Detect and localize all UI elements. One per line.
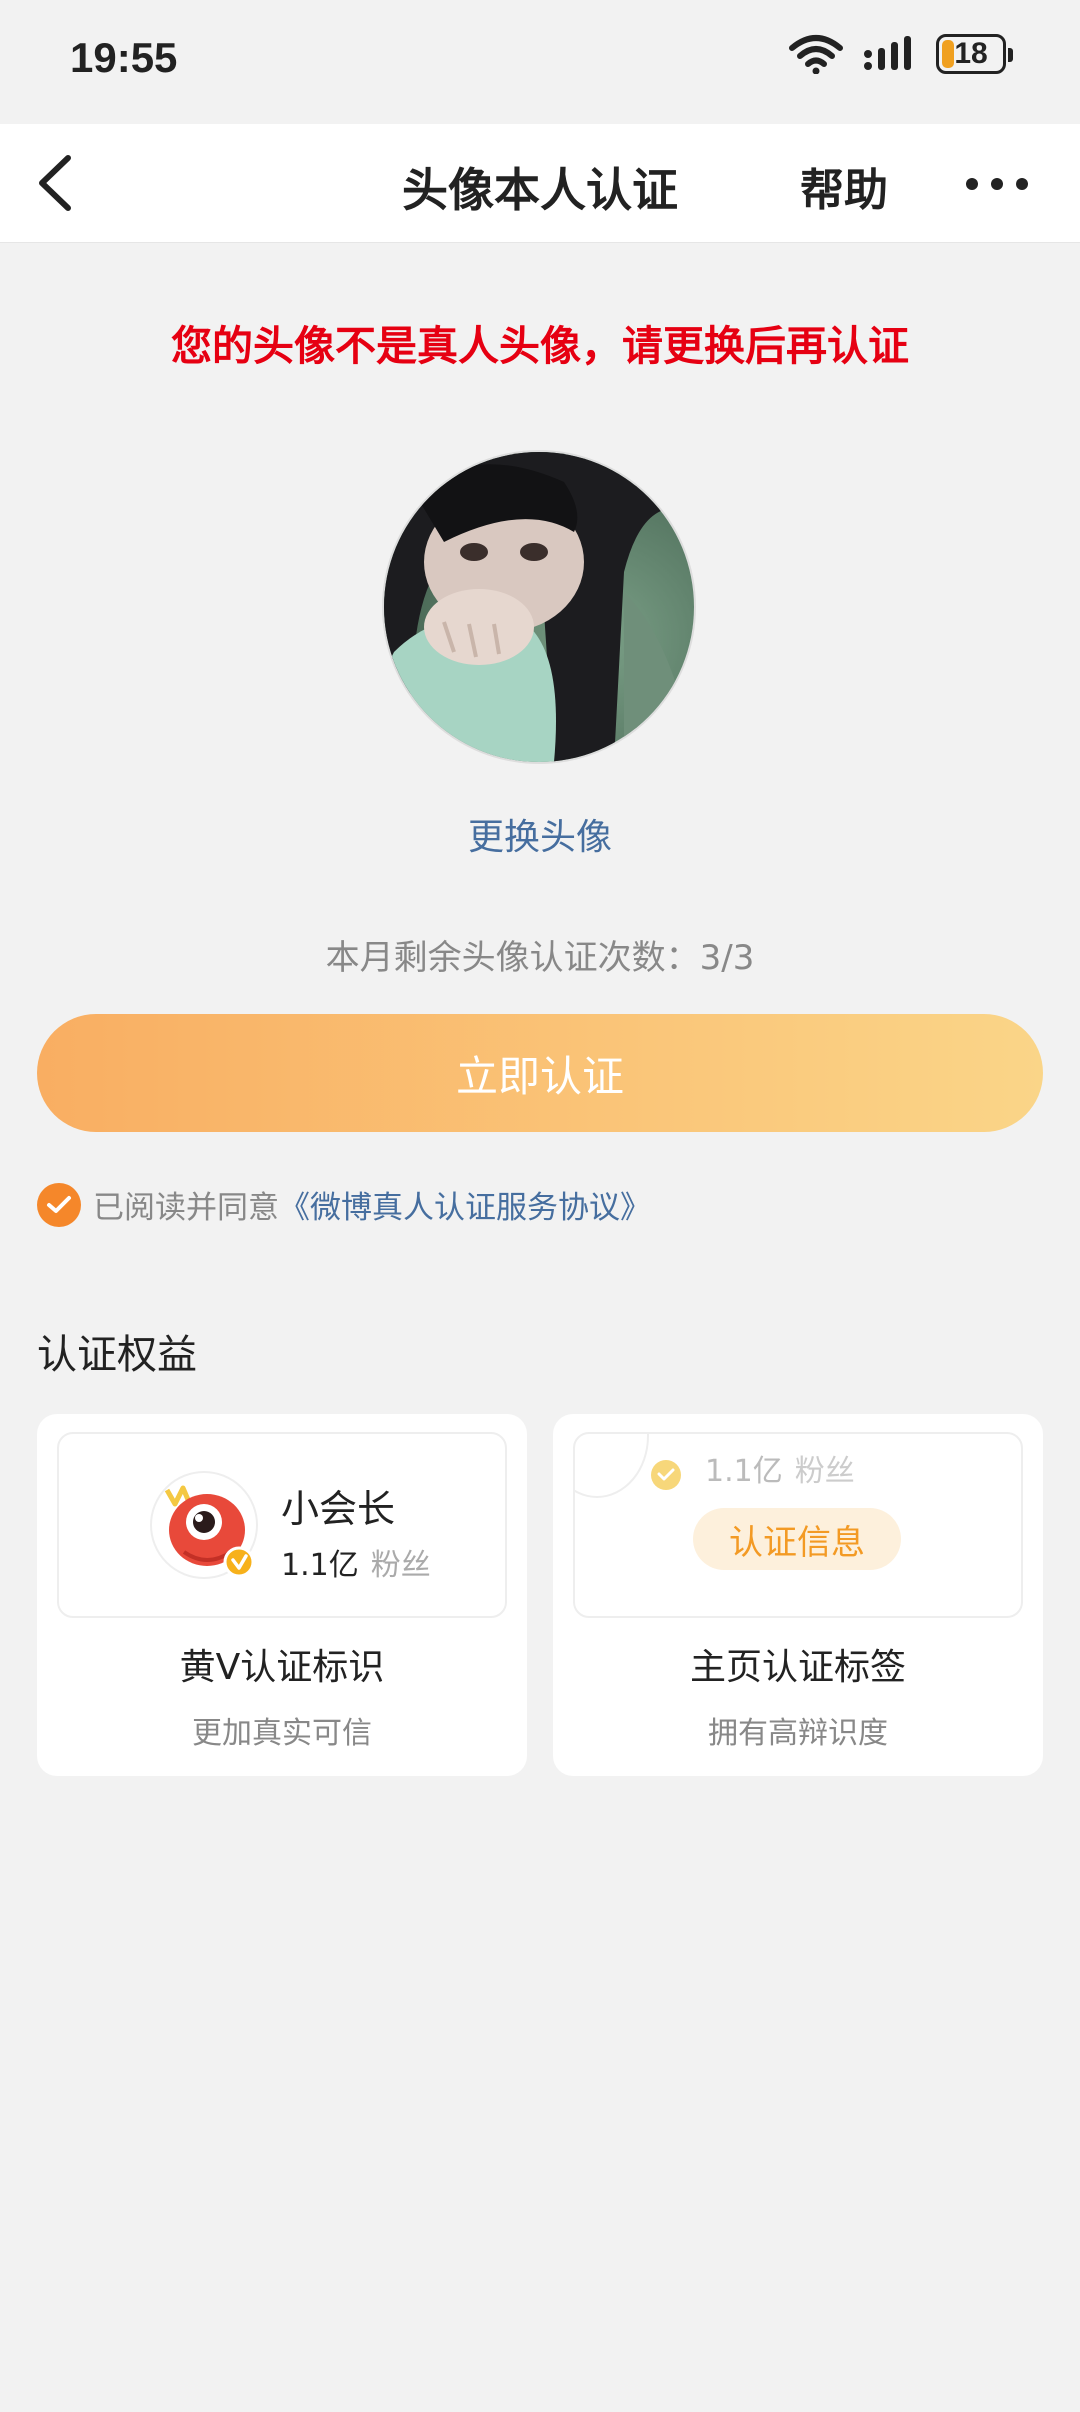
preview-fans-count: 1.1亿 [281,1548,359,1583]
page-title: 头像本人认证 [402,163,678,217]
verify-now-button[interactable]: 立即认证 [37,1014,1043,1132]
signal-icon [864,36,911,70]
mascot-avatar-icon [150,1471,258,1579]
benefit-desc: 拥有高辩识度 [708,1716,888,1751]
avatar-photo [384,452,694,762]
more-icon[interactable] [962,164,1032,204]
preview-avatar-outline [575,1434,649,1498]
benefit-name: 黄V认证标识 [179,1647,385,1688]
benefit-name: 主页认证标签 [689,1647,906,1688]
status-icons: 18 [788,34,1013,74]
nav-bar: 头像本人认证 帮助 [0,124,1080,243]
change-avatar-link[interactable]: 更换头像 [0,808,1080,860]
agreement-link[interactable]: 《微博真人认证服务协议》 [279,1182,651,1227]
status-bar: 19:55 18 [0,0,1080,124]
benefit-card-profile-tag: 1.1亿 粉丝 认证信息 主页认证标签 拥有高辩识度 [553,1414,1043,1776]
preview-fans-count: 1.1亿 [705,1454,783,1489]
status-time: 19:55 [70,34,178,81]
remaining-attempts: 本月剩余头像认证次数：3/3 [325,938,755,978]
avatar [382,450,696,764]
preview-fans-label: 粉丝 [794,1454,855,1489]
benefit-card-yellow-v: 小会长 1.1亿 粉丝 黄V认证标识 更加真实可信 [37,1414,527,1776]
warning-message: 您的头像不是真人头像，请更换后再认证 [171,322,909,370]
benefits-title: 认证权益 [37,1332,197,1378]
wifi-icon [789,35,843,74]
battery-level: 18 [954,37,988,70]
preview-fans: 1.1亿 粉丝 [705,1446,855,1490]
preview-fans-label: 粉丝 [370,1548,431,1583]
agreement-checkbox[interactable] [37,1182,81,1227]
preview-name: 小会长 [281,1487,396,1531]
verified-badge-icon [651,1460,681,1490]
agreement-row: 已阅读并同意 《微博真人认证服务协议》 [37,1182,651,1227]
agreement-prefix: 已阅读并同意 [93,1190,279,1226]
verification-info-tag: 认证信息 [693,1508,901,1570]
help-button[interactable]: 帮助 [800,154,888,218]
battery-fill [942,40,954,68]
checkmark-icon [47,1195,71,1213]
battery-icon: 18 [936,34,1013,74]
preview-fans: 1.1亿 粉丝 [281,1540,431,1584]
benefit-preview: 1.1亿 粉丝 认证信息 [573,1432,1023,1618]
benefit-desc: 更加真实可信 [192,1716,372,1751]
benefit-preview: 小会长 1.1亿 粉丝 [57,1432,507,1618]
